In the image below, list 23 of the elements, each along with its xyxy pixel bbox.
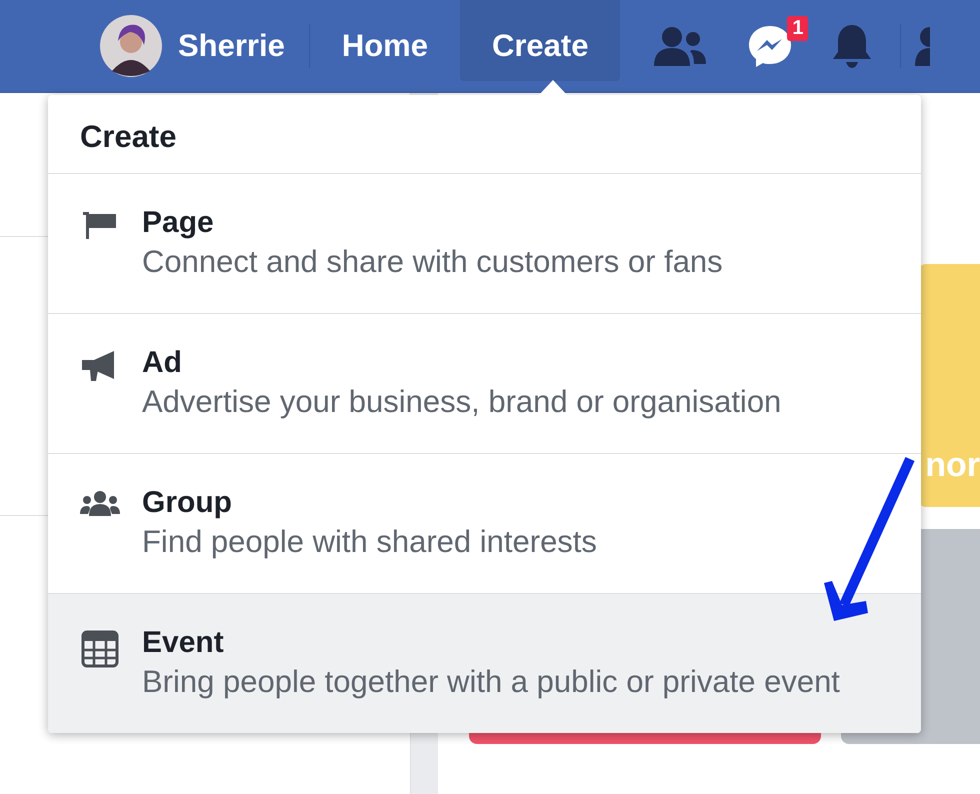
group-icon (80, 490, 120, 516)
item-description: Advertise your business, brand or organisation (142, 384, 782, 420)
menu-item[interactable]: Ad Advertise your business, brand or organisation (48, 314, 921, 454)
notification-badge: 1 (787, 16, 808, 41)
menu-item[interactable]: Page Connect and share with customers or fans (48, 174, 921, 314)
item-title: Event (142, 626, 225, 660)
person-icon[interactable] (915, 26, 930, 66)
menu-title: Create (48, 95, 921, 174)
nav-link[interactable]: Home (310, 0, 460, 80)
calendar-icon (81, 630, 119, 668)
item-title: Page (142, 206, 215, 240)
promo-text: nor (925, 446, 980, 485)
item-description: Find people with shared interests (142, 524, 597, 560)
item-title: Ad (142, 346, 183, 380)
nav-link[interactable]: Create (460, 0, 620, 80)
friends-icon[interactable] (654, 26, 706, 66)
item-description: Bring people together with a public or private event (142, 664, 840, 700)
menu-item[interactable]: Event Bring people together with a public or private event (48, 594, 921, 733)
item-description: Connect and share with customers or fans (142, 244, 723, 280)
avatar[interactable] (100, 15, 162, 77)
flag-icon (83, 210, 117, 240)
user-name[interactable]: Sherrie (178, 28, 285, 64)
item-title: Group (142, 486, 233, 520)
